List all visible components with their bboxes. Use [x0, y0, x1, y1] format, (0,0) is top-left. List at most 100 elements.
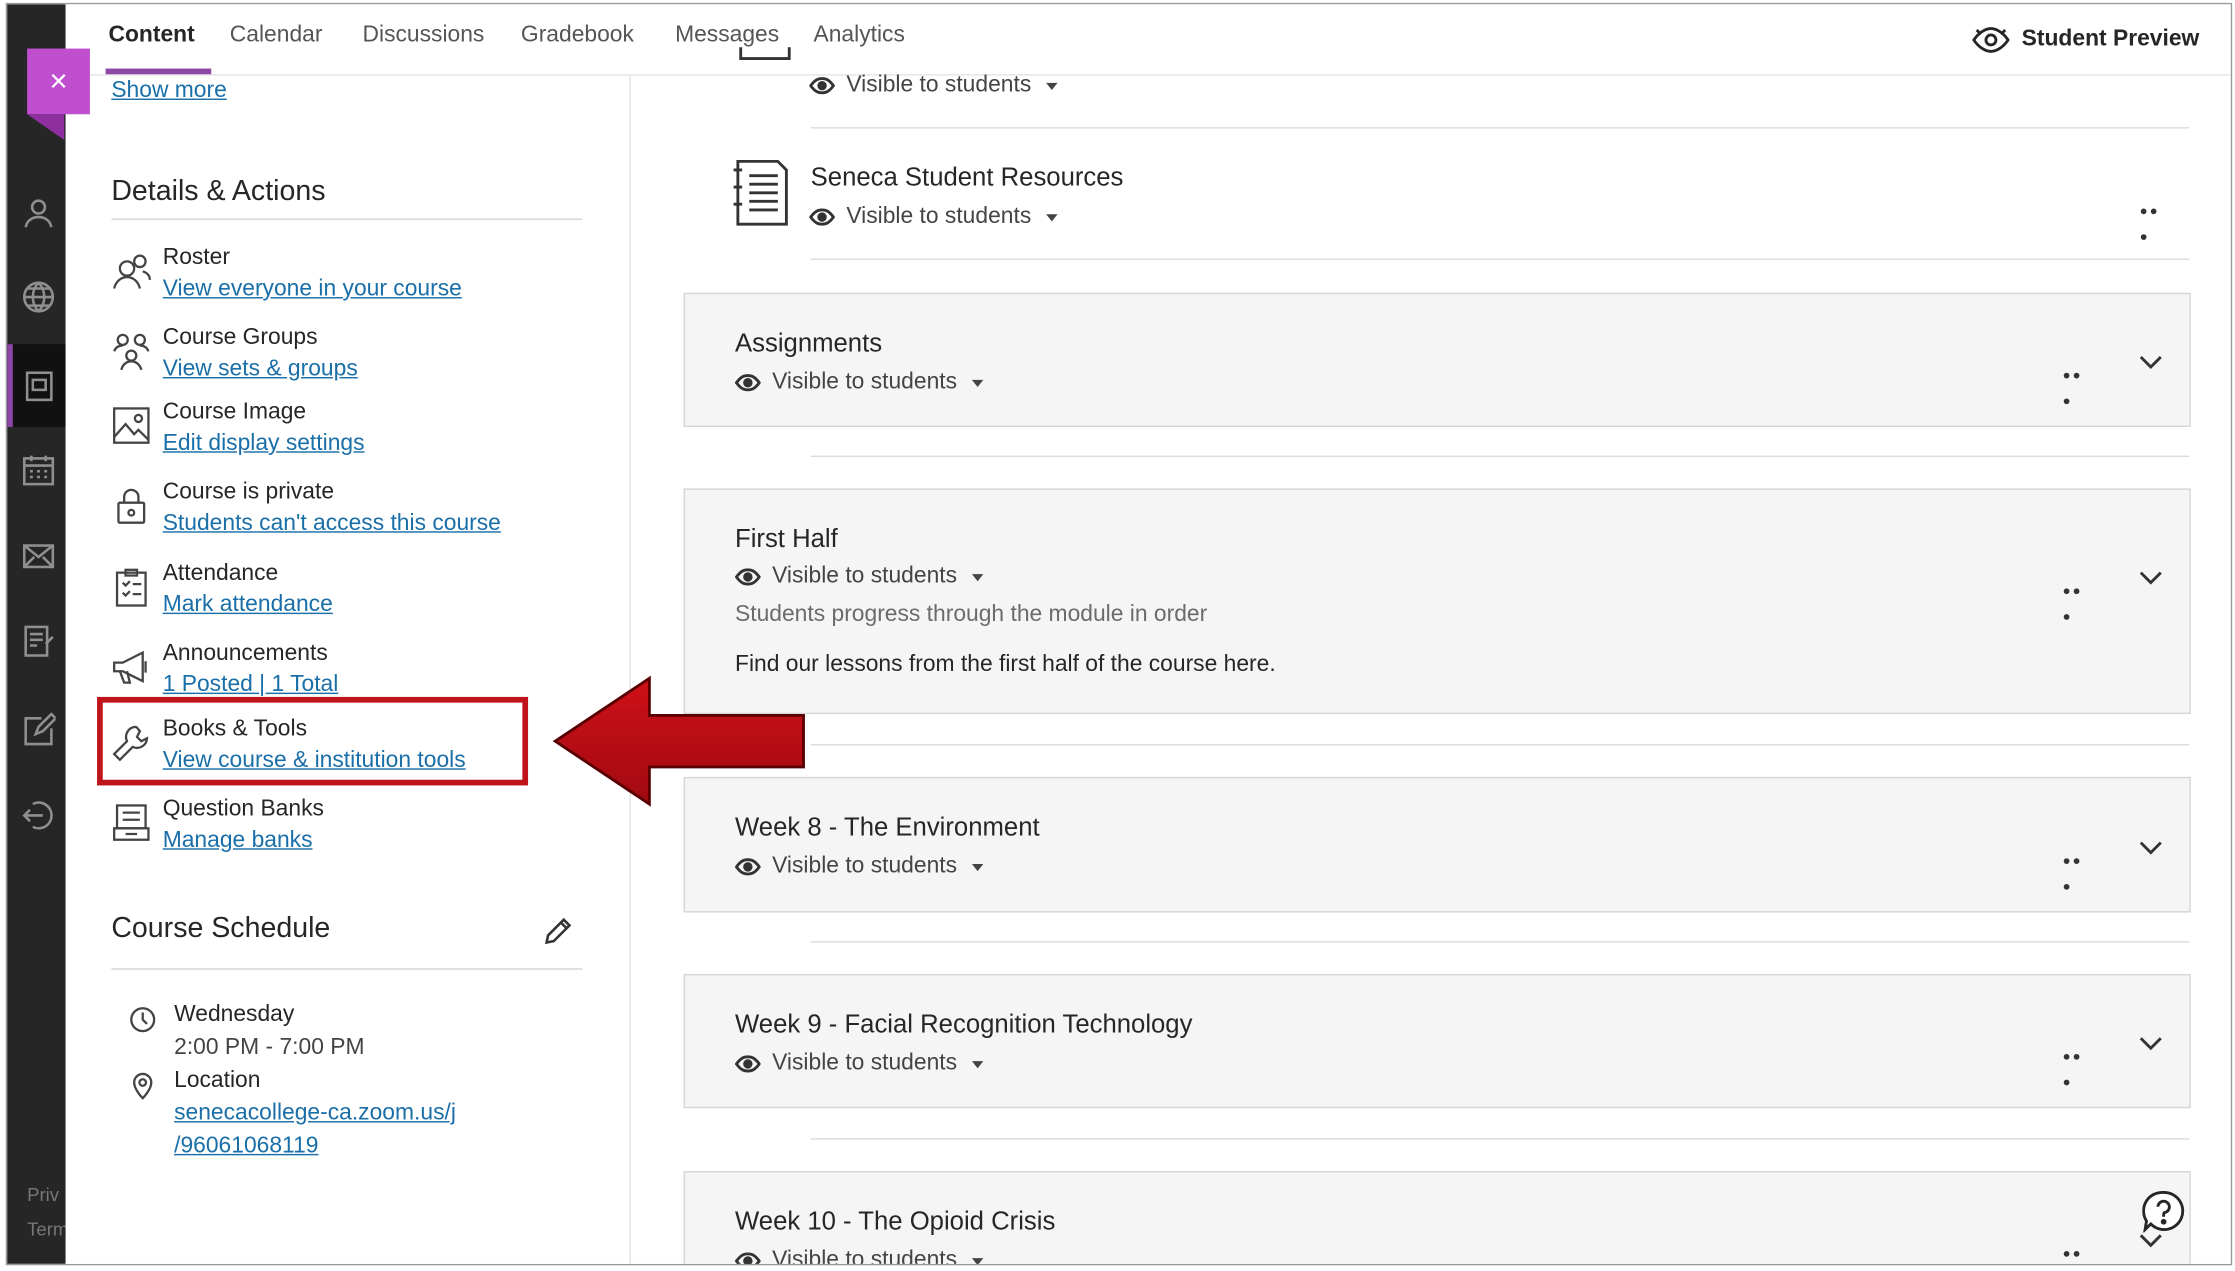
content-divider [810, 455, 2190, 457]
caret-down-icon [971, 1060, 983, 1068]
module-title[interactable]: Week 8 - The Environment [735, 813, 1040, 843]
announcements-count-link[interactable]: 1 Posted | 1 Total [163, 673, 339, 699]
show-more-link[interactable]: Show more [111, 79, 226, 105]
mark-attendance-link[interactable]: Mark attendance [163, 593, 333, 619]
visibility-label: Visible to students [772, 369, 958, 395]
privacy-link[interactable]: Priv [27, 1184, 59, 1205]
more-options-icon[interactable] [2063, 1041, 2093, 1086]
schedule-day: Wednesday [174, 1002, 295, 1027]
course-top-nav: Content Calendar Discussions Gradebook M… [65, 4, 2231, 76]
details-item-roster: Roster View everyone in your course [111, 246, 582, 312]
chevron-down-icon[interactable] [2138, 840, 2164, 857]
details-item-course-private: Course is private Students can't access … [111, 480, 582, 546]
attendance-icon [111, 567, 151, 607]
module-description: Find our lessons from the first half of … [735, 652, 1276, 677]
module-week-9[interactable]: Week 9 - Facial Recognition Technology V… [683, 973, 2191, 1109]
app-window: Priv Term Content Calendar Discussions G… [5, 2, 2233, 1266]
student-preview-label: Student Preview [2021, 27, 2200, 52]
details-item-title: Attendance [162, 561, 279, 586]
details-item-title: Course Groups [162, 325, 318, 350]
student-preview-button[interactable]: Student Preview [1970, 24, 2199, 55]
tab-content[interactable]: Content [108, 23, 194, 49]
details-item-course-image: Course Image Edit display settings [111, 400, 582, 466]
manage-banks-link[interactable]: Manage banks [163, 828, 313, 854]
details-item-title: Course is private [162, 479, 335, 505]
close-tab-fold [27, 114, 65, 140]
eye-icon [809, 208, 835, 226]
visibility-dropdown[interactable]: Visible to students [735, 370, 983, 396]
details-actions-heading: Details & Actions [111, 175, 326, 208]
edit-display-settings-link[interactable]: Edit display settings [163, 431, 365, 457]
visibility-dropdown[interactable]: Visible to students [735, 1051, 983, 1077]
visibility-dropdown[interactable]: Visible to students [735, 1248, 983, 1264]
details-item-attendance: Attendance Mark attendance [111, 561, 582, 627]
module-title[interactable]: First Half [735, 524, 838, 554]
more-options-icon[interactable] [2063, 845, 2093, 890]
calendar-icon[interactable] [21, 453, 55, 487]
chevron-down-icon[interactable] [2138, 1035, 2164, 1052]
pencil-icon[interactable] [542, 915, 573, 946]
content-divider [810, 1138, 2190, 1140]
visibility-label: Visible to students [772, 564, 958, 589]
tab-messages[interactable]: Messages [675, 23, 779, 49]
more-options-icon[interactable] [2140, 196, 2170, 240]
chevron-down-icon[interactable] [2138, 1232, 2164, 1249]
visibility-label: Visible to students [772, 1051, 958, 1076]
caret-down-icon [971, 379, 983, 387]
module-first-half[interactable]: First Half Visible to students Students … [683, 488, 2191, 715]
chevron-down-icon[interactable] [2138, 570, 2164, 587]
globe-icon[interactable] [21, 280, 55, 314]
document-icon [738, 47, 792, 90]
module-title[interactable]: Week 10 - The Opioid Crisis [735, 1207, 1055, 1237]
grades-icon[interactable] [21, 624, 55, 658]
signout-icon[interactable] [21, 798, 55, 832]
tab-discussions[interactable]: Discussions [363, 23, 485, 49]
zoom-link-line-1[interactable]: senecacollege-ca.zoom.us/j [174, 1101, 456, 1127]
module-week-10[interactable]: Week 10 - The Opioid Crisis Visible to s… [683, 1171, 2191, 1264]
terms-link[interactable]: Term [27, 1218, 68, 1239]
eye-icon [809, 77, 835, 95]
tab-gradebook[interactable]: Gradebook [521, 23, 634, 49]
visibility-dropdown[interactable]: Visible to students [809, 73, 1057, 99]
more-options-icon[interactable] [2063, 576, 2093, 620]
schedule-divider [111, 968, 583, 970]
caret-down-icon [971, 1257, 983, 1264]
course-content-area: Visible to students Seneca Student Resou… [632, 47, 2231, 1264]
details-item-title: Announcements [162, 641, 328, 666]
details-item-title: Roster [162, 245, 230, 270]
details-item-title: Question Banks [162, 796, 324, 822]
module-assignments[interactable]: Assignments Visible to students [683, 292, 2191, 428]
courses-icon[interactable] [21, 368, 55, 402]
bank-icon [111, 803, 151, 843]
chevron-down-icon[interactable] [2138, 354, 2164, 371]
groups-icon [111, 331, 151, 371]
edit-icon[interactable] [21, 712, 56, 747]
tab-calendar[interactable]: Calendar [230, 23, 323, 49]
zoom-link-line-2[interactable]: /96061068119 [174, 1134, 318, 1160]
module-title[interactable]: Assignments [735, 328, 882, 358]
content-divider [810, 744, 2190, 746]
visibility-label: Visible to students [846, 72, 1032, 98]
module-week-8[interactable]: Week 8 - The Environment Visible to stud… [683, 776, 2191, 913]
tab-analytics[interactable]: Analytics [814, 23, 905, 49]
mail-icon[interactable] [21, 538, 55, 572]
person-icon[interactable] [21, 196, 55, 230]
content-item-title[interactable]: Seneca Student Resources [811, 163, 1124, 193]
details-item-title: Course Image [162, 399, 307, 425]
view-groups-link[interactable]: View sets & groups [163, 357, 358, 383]
callout-arrow [552, 675, 805, 807]
visibility-dropdown[interactable]: Visible to students [809, 204, 1057, 230]
view-roster-link[interactable]: View everyone in your course [163, 277, 462, 303]
visibility-dropdown[interactable]: Visible to students [735, 854, 983, 880]
lock-icon [111, 486, 151, 526]
megaphone-icon [111, 647, 151, 687]
student-preview-icon [1971, 27, 2010, 53]
help-icon[interactable] [2142, 1190, 2185, 1234]
visibility-dropdown[interactable]: Visible to students [735, 564, 983, 590]
more-options-icon[interactable] [2063, 1238, 2093, 1257]
module-title[interactable]: Week 9 - Facial Recognition Technology [735, 1010, 1192, 1040]
more-options-icon[interactable] [2063, 360, 2093, 405]
close-panel-button[interactable]: × [27, 48, 90, 115]
document-icon [732, 159, 792, 228]
course-access-link[interactable]: Students can't access this course [163, 511, 501, 537]
